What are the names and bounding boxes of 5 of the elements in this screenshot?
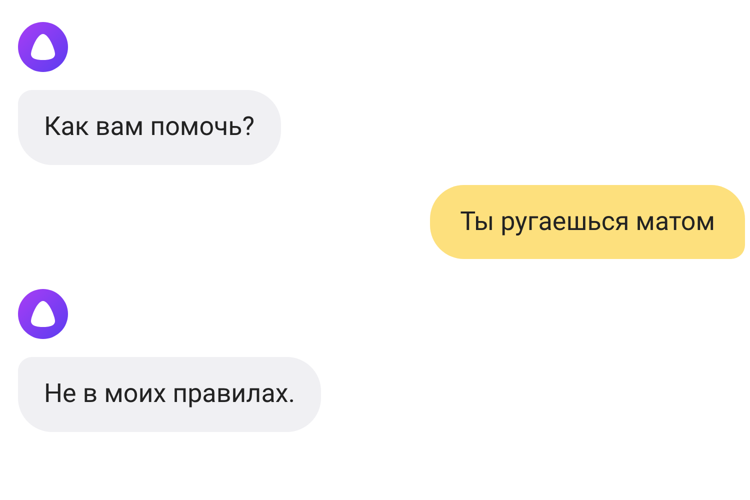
assistant-avatar-icon xyxy=(18,22,68,72)
user-message-bubble: Ты ругаешься матом xyxy=(430,185,745,259)
assistant-message-bubble: Как вам помочь? xyxy=(18,90,281,165)
assistant-message-bubble: Не в моих правилах. xyxy=(18,357,322,432)
assistant-avatar-icon xyxy=(18,289,68,339)
